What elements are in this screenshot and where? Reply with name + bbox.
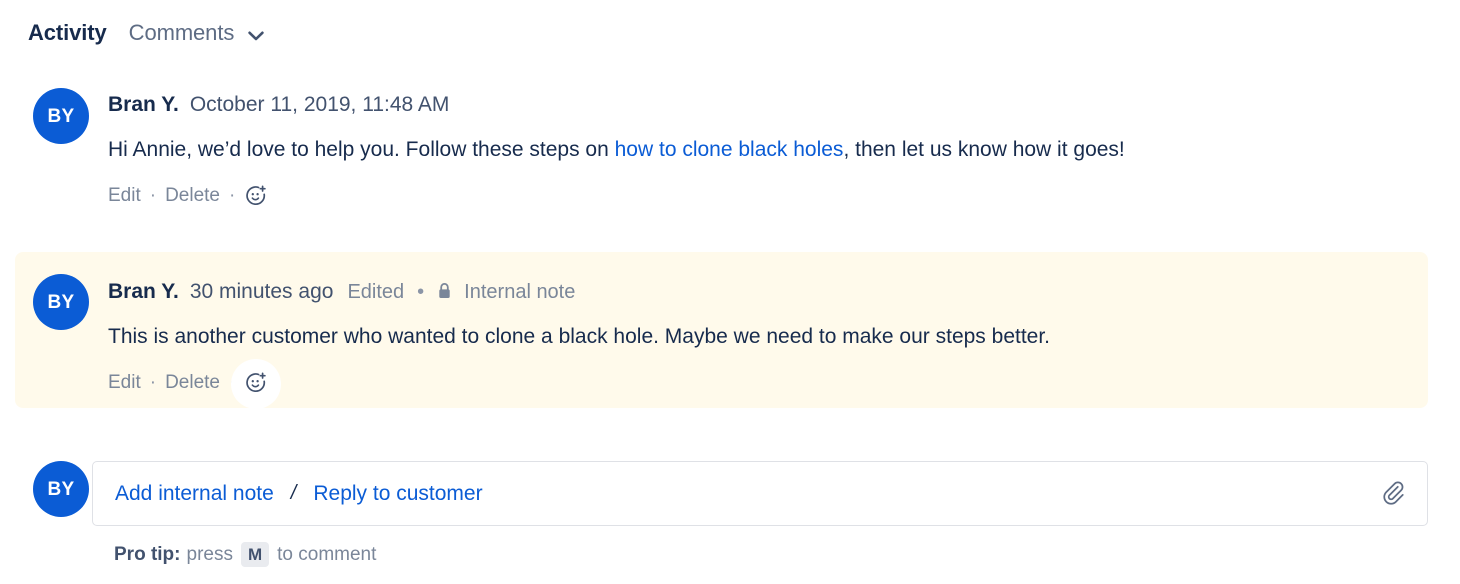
action-separator: · <box>229 185 236 207</box>
comment-actions: Edit · Delete · <box>108 183 1428 209</box>
comment-author: Bran Y. <box>108 280 179 303</box>
comment-header: Bran Y. October 11, 2019, 11:48 AM <box>108 88 1428 115</box>
delete-button[interactable]: Delete <box>165 373 220 392</box>
edit-button[interactable]: Edit <box>108 186 141 205</box>
pro-tip-label: Pro tip: <box>114 544 181 565</box>
add-reaction-icon[interactable] <box>231 358 282 409</box>
tab-activity[interactable]: Activity <box>28 20 107 46</box>
comment-text: Hi Annie, we’d love to help you. Follow … <box>108 137 1428 163</box>
tab-comments-group[interactable]: Comments <box>129 20 265 46</box>
activity-panel: Activity Comments BY Bran Y. October 11,… <box>0 0 1460 584</box>
add-reaction-icon[interactable] <box>244 184 268 208</box>
delete-button[interactable]: Delete <box>165 186 220 205</box>
comment-text: This is another customer who wanted to c… <box>108 324 1428 350</box>
chevron-down-icon[interactable] <box>248 28 264 41</box>
action-separator: · <box>149 185 157 207</box>
comment-text-tail: , then let us know how it goes! <box>843 138 1125 161</box>
comment-author: Bran Y. <box>108 93 179 116</box>
separator-bullet: • <box>417 281 425 303</box>
tab-comments[interactable]: Comments <box>129 20 235 46</box>
comment-content: Bran Y. 30 minutes ago Edited • Internal… <box>108 274 1428 409</box>
comment-actions: Edit · Delete · <box>108 358 1428 409</box>
comment-text-lead: Hi Annie, we’d love to help you. Follow … <box>108 138 615 161</box>
pro-tip-key-badge: M <box>240 542 270 567</box>
comment-public: BY Bran Y. October 11, 2019, 11:48 AM Hi… <box>33 88 1428 209</box>
pro-tip-suffix: to comment <box>277 544 377 565</box>
lock-icon <box>437 282 452 300</box>
reply-to-customer-button[interactable]: Reply to customer <box>313 482 482 506</box>
pro-tip: Pro tip: press M to comment <box>114 542 376 567</box>
add-internal-note-button[interactable]: Add internal note <box>115 482 274 506</box>
comment-content: Bran Y. October 11, 2019, 11:48 AM Hi An… <box>108 88 1428 209</box>
comment-timestamp: 30 minutes ago <box>189 280 334 303</box>
comment-link[interactable]: how to clone black holes <box>615 138 844 161</box>
paperclip-icon[interactable] <box>1381 480 1409 508</box>
edited-badge: Edited <box>347 281 405 303</box>
activity-tabs: Activity Comments <box>28 20 264 46</box>
comment-timestamp: October 11, 2019, 11:48 AM <box>189 93 450 116</box>
composer-input-box[interactable]: Add internal note / Reply to customer <box>92 461 1428 526</box>
action-separator: · <box>149 372 157 394</box>
edit-button[interactable]: Edit <box>108 373 141 392</box>
comment-text-lead: This is another customer who wanted to c… <box>108 325 1051 348</box>
composer-divider: / <box>290 482 297 504</box>
comment-internal: BY Bran Y. 30 minutes ago Edited • Inter… <box>15 252 1428 409</box>
avatar[interactable]: BY <box>33 88 89 144</box>
comment-header: Bran Y. 30 minutes ago Edited • Internal… <box>108 274 1428 302</box>
visibility-label: Internal note <box>464 281 576 303</box>
pro-tip-press-word: press <box>186 544 233 565</box>
comment-composer: Add internal note / Reply to customer <box>33 461 1428 526</box>
avatar[interactable]: BY <box>33 274 89 330</box>
